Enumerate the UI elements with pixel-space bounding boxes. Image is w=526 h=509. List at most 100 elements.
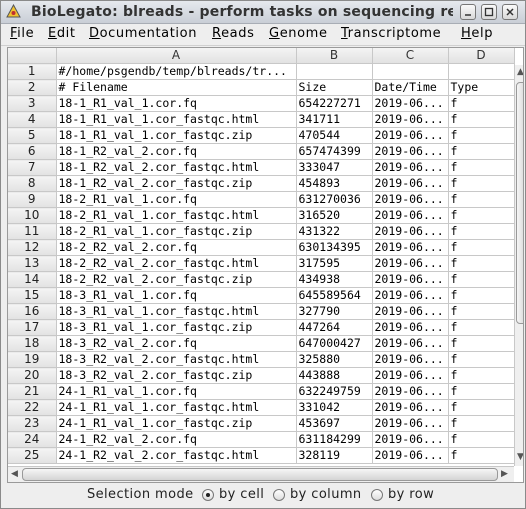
table-cell[interactable]: 2019-06...: [372, 335, 449, 352]
vertical-scroll-thumb[interactable]: [516, 82, 523, 324]
row-number[interactable]: 3: [8, 95, 57, 112]
table-row[interactable]: 2 # Filename Size Date/Time Type: [8, 79, 515, 96]
minimize-button[interactable]: [460, 4, 476, 20]
table-cell[interactable]: 325880: [296, 351, 373, 368]
menu-file[interactable]: File: [10, 26, 34, 41]
row-number[interactable]: 7: [8, 159, 57, 176]
row-number[interactable]: 9: [8, 191, 57, 208]
table-cell[interactable]: 2019-06...: [372, 223, 449, 240]
row-number[interactable]: 22: [8, 399, 57, 416]
table-cell[interactable]: 18-1_R2_val_2.cor.fq: [56, 143, 297, 160]
table-cell[interactable]: [448, 63, 515, 80]
table-row[interactable]: 11 18-2_R1_val_1.cor_fastqc.zip 431322 2019…: [8, 223, 515, 240]
table-cell[interactable]: f: [448, 143, 515, 160]
row-number[interactable]: 18: [8, 335, 57, 352]
table-row[interactable]: 24 24-1_R2_val_2.cor.fq 631184299 2019-06..…: [8, 431, 515, 448]
table-cell[interactable]: 431322: [296, 223, 373, 240]
table-cell[interactable]: 18-1_R2_val_2.cor_fastqc.html: [56, 159, 297, 176]
row-number[interactable]: 19: [8, 351, 57, 368]
table-cell[interactable]: 24-1_R2_val_2.cor.fq: [56, 431, 297, 448]
table-cell[interactable]: 18-1_R2_val_2.cor_fastqc.zip: [56, 175, 297, 192]
table-cell[interactable]: 18-1_R1_val_1.cor_fastqc.zip: [56, 127, 297, 144]
table-cell[interactable]: f: [448, 447, 515, 464]
table-cell[interactable]: 470544: [296, 127, 373, 144]
menu-reads[interactable]: Reads: [212, 26, 254, 41]
table-cell[interactable]: f: [448, 271, 515, 288]
table-cell[interactable]: 2019-06...: [372, 143, 449, 160]
table-cell[interactable]: 647000427: [296, 335, 373, 352]
table-cell[interactable]: 447264: [296, 319, 373, 336]
table-cell[interactable]: f: [448, 383, 515, 400]
row-number[interactable]: 14: [8, 271, 57, 288]
table-row[interactable]: 23 24-1_R1_val_1.cor_fastqc.zip 453697 2019…: [8, 415, 515, 432]
row-number[interactable]: 8: [8, 175, 57, 192]
row-number[interactable]: 17: [8, 319, 57, 336]
table-cell[interactable]: 454893: [296, 175, 373, 192]
table-cell[interactable]: 631270036: [296, 191, 373, 208]
vertical-scrollbar[interactable]: ▲ ▼: [514, 65, 523, 466]
menu-transcriptome[interactable]: Transcriptome: [341, 26, 441, 41]
row-number[interactable]: 13: [8, 255, 57, 272]
row-number[interactable]: 20: [8, 367, 57, 384]
row-number[interactable]: 23: [8, 415, 57, 432]
radio-by-column-label[interactable]: by column: [290, 487, 362, 502]
table-cell[interactable]: 2019-06...: [372, 255, 449, 272]
table-cell[interactable]: 631184299: [296, 431, 373, 448]
table-cell[interactable]: f: [448, 239, 515, 256]
menu-genome[interactable]: Genome: [269, 26, 328, 41]
row-number[interactable]: 16: [8, 303, 57, 320]
table-row[interactable]: 18 18-3_R2_val_2.cor.fq 647000427 2019-06..…: [8, 335, 515, 352]
radio-by-cell[interactable]: [202, 489, 214, 501]
table-row[interactable]: 7 18-1_R2_val_2.cor_fastqc.html 333047 2019…: [8, 159, 515, 176]
table-cell[interactable]: f: [448, 367, 515, 384]
table-cell[interactable]: 328119: [296, 447, 373, 464]
table-row[interactable]: 6 18-1_R2_val_2.cor.fq 657474399 2019-06...…: [8, 143, 515, 160]
column-header-a[interactable]: A: [56, 48, 297, 64]
data-table[interactable]: A B C D 1 #/home/psgendb/temp/blreads/tr.…: [8, 48, 515, 464]
table-row[interactable]: 14 18-2_R2_val_2.cor_fastqc.zip 434938 2019…: [8, 271, 515, 288]
table-cell[interactable]: 2019-06...: [372, 175, 449, 192]
table-cell[interactable]: 2019-06...: [372, 239, 449, 256]
table-cell[interactable]: 331042: [296, 399, 373, 416]
table-row[interactable]: 16 18-3_R1_val_1.cor_fastqc.html 327790 201…: [8, 303, 515, 320]
column-header-c[interactable]: C: [372, 48, 449, 64]
table-cell[interactable]: 2019-06...: [372, 287, 449, 304]
table-row[interactable]: 1 #/home/psgendb/temp/blreads/tr...: [8, 63, 515, 80]
table-cell[interactable]: f: [448, 175, 515, 192]
table-cell[interactable]: # Filename: [56, 79, 297, 96]
table-cell[interactable]: 2019-06...: [372, 303, 449, 320]
row-number[interactable]: 12: [8, 239, 57, 256]
table-cell[interactable]: f: [448, 255, 515, 272]
table-row[interactable]: 13 18-2_R2_val_2.cor_fastqc.html 317595 201…: [8, 255, 515, 272]
table-cell[interactable]: 317595: [296, 255, 373, 272]
table-cell[interactable]: 18-2_R2_val_2.cor_fastqc.html: [56, 255, 297, 272]
table-cell[interactable]: 2019-06...: [372, 399, 449, 416]
horizontal-scroll-thumb[interactable]: [22, 468, 498, 481]
scroll-right-icon[interactable]: ▶: [501, 469, 508, 479]
close-button[interactable]: [502, 4, 518, 20]
table-row[interactable]: 9 18-2_R1_val_1.cor.fq 631270036 2019-06...…: [8, 191, 515, 208]
table-cell[interactable]: f: [448, 223, 515, 240]
row-number[interactable]: 1: [8, 63, 57, 80]
table-cell[interactable]: 24-1_R2_val_2.cor_fastqc.html: [56, 447, 297, 464]
table-cell[interactable]: Date/Time: [372, 79, 449, 96]
scroll-down-icon[interactable]: ▼: [517, 452, 523, 462]
table-cell[interactable]: f: [448, 127, 515, 144]
menu-edit[interactable]: Edit: [48, 26, 76, 41]
table-cell[interactable]: 2019-06...: [372, 95, 449, 112]
menu-documentation[interactable]: Documentation: [89, 26, 197, 41]
table-cell[interactable]: f: [448, 335, 515, 352]
table-cell[interactable]: f: [448, 111, 515, 128]
table-row[interactable]: 21 24-1_R1_val_1.cor.fq 632249759 2019-06..…: [8, 383, 515, 400]
radio-by-row-label[interactable]: by row: [388, 487, 434, 502]
table-cell[interactable]: 18-2_R2_val_2.cor.fq: [56, 239, 297, 256]
table-cell[interactable]: 316520: [296, 207, 373, 224]
table-cell[interactable]: 18-2_R1_val_1.cor_fastqc.zip: [56, 223, 297, 240]
table-cell[interactable]: 2019-06...: [372, 431, 449, 448]
row-number[interactable]: 2: [8, 79, 57, 96]
maximize-button[interactable]: [481, 4, 497, 20]
table-cell[interactable]: f: [448, 95, 515, 112]
table-cell[interactable]: 18-3_R1_val_1.cor.fq: [56, 287, 297, 304]
table-cell[interactable]: 2019-06...: [372, 319, 449, 336]
row-number[interactable]: 11: [8, 223, 57, 240]
